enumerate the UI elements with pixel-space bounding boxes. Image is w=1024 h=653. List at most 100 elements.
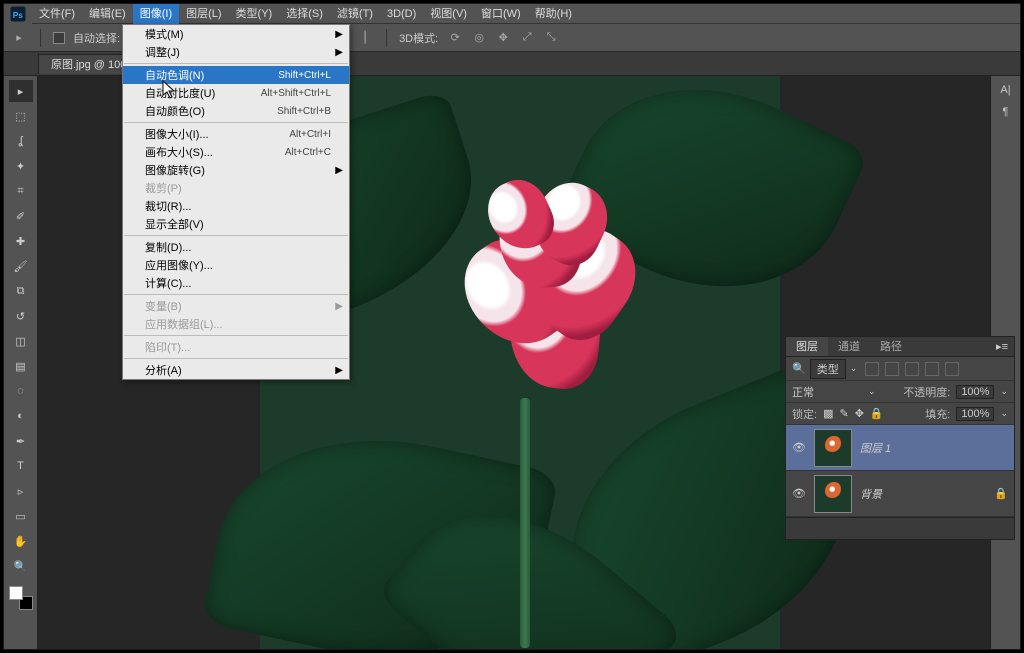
- menu-item[interactable]: 自动对比度(U)Alt+Shift+Ctrl+L: [123, 84, 349, 102]
- layers-panel: 图层 通道 路径 ▸≡ 🔍 类型 ⌄ 正常 ⌄ 不透明度: 100% ⌄ 锁: [785, 336, 1015, 540]
- layer-name[interactable]: 图层 1: [860, 440, 986, 456]
- layers-list: 👁图层 1👁背景🔒: [786, 425, 1014, 517]
- mode3d-icon[interactable]: ◎: [470, 29, 488, 47]
- tool-history[interactable]: ↺: [9, 305, 33, 327]
- blend-row: 正常 ⌄ 不透明度: 100% ⌄: [786, 381, 1014, 403]
- menu-item[interactable]: 裁切(R)...: [123, 197, 349, 215]
- lock-all-icon[interactable]: 🔒: [870, 407, 884, 420]
- tool-brush[interactable]: 🖌: [9, 255, 33, 277]
- menu-file[interactable]: 文件(F): [32, 4, 82, 24]
- menu-item[interactable]: 计算(C)...: [123, 274, 349, 292]
- visibility-eye-icon[interactable]: 👁: [792, 441, 806, 454]
- menu-3d[interactable]: 3D(D): [380, 4, 423, 24]
- layer-thumb: [814, 475, 852, 513]
- layer-row[interactable]: 👁背景🔒: [786, 471, 1014, 517]
- autoselect-label: 自动选择:: [73, 30, 120, 46]
- fg-color[interactable]: [9, 586, 23, 600]
- tool-dodge[interactable]: ◐: [9, 405, 33, 427]
- autoselect-checkbox[interactable]: [53, 32, 65, 44]
- panel-tab-paths[interactable]: 路径: [870, 337, 912, 356]
- mode3d-icon[interactable]: ⟳: [446, 29, 464, 47]
- panel-tab-channels[interactable]: 通道: [828, 337, 870, 356]
- submenu-arrow-icon: ▶: [335, 365, 343, 376]
- submenu-arrow-icon: ▶: [335, 47, 343, 58]
- layer-filter-row: 🔍 类型 ⌄: [786, 357, 1014, 381]
- menu-item[interactable]: 应用图像(Y)...: [123, 256, 349, 274]
- toolbox: ▸ ⬚ ʆ ✦ ⌗ ✐ ✚ 🖌 ⧉ ↺ ◫ ▤ ◌ ◐ ✒ T ▹ ▭ ✋ 🔍: [4, 76, 38, 649]
- move-tool-icon: ▸: [10, 29, 28, 47]
- menu-item[interactable]: 显示全部(V): [123, 215, 349, 233]
- tool-crop[interactable]: ⌗: [9, 180, 33, 202]
- tool-gradient[interactable]: ▤: [9, 355, 33, 377]
- svg-text:Ps: Ps: [13, 10, 24, 19]
- lock-paint-icon[interactable]: ✎: [839, 407, 848, 420]
- filter-adjust-icon[interactable]: [885, 362, 899, 376]
- tool-heal[interactable]: ✚: [9, 230, 33, 252]
- menu-edit[interactable]: 编辑(E): [82, 4, 133, 24]
- filter-pixel-icon[interactable]: [865, 362, 879, 376]
- lock-move-icon[interactable]: ✥: [855, 407, 864, 420]
- tool-hand[interactable]: ✋: [9, 530, 33, 552]
- separator: [386, 29, 387, 47]
- menu-view[interactable]: 视图(V): [423, 4, 474, 24]
- tool-shape[interactable]: ▭: [9, 505, 33, 527]
- tool-marquee-rect[interactable]: ⬚: [9, 105, 33, 127]
- app-window: Ps 文件(F) 编辑(E) 图像(I) 图层(L) 类型(Y) 选择(S) 滤…: [3, 3, 1021, 650]
- distribute-icon[interactable]: ⎮: [356, 29, 374, 47]
- menu-item[interactable]: 调整(J)▶: [123, 43, 349, 61]
- tool-wand[interactable]: ✦: [9, 155, 33, 177]
- menu-item[interactable]: 分析(A)▶: [123, 361, 349, 379]
- tool-stamp[interactable]: ⧉: [9, 280, 33, 302]
- layer-thumb: [814, 429, 852, 467]
- layer-row[interactable]: 👁 图层 1: [786, 425, 1014, 471]
- menu-item[interactable]: 图像大小(I)...Alt+Ctrl+I: [123, 125, 349, 143]
- menu-item[interactable]: 模式(M)▶: [123, 25, 349, 43]
- menu-item[interactable]: 图像旋转(G)▶: [123, 161, 349, 179]
- menu-item[interactable]: 自动色调(N)Shift+Ctrl+L: [123, 66, 349, 84]
- menu-item[interactable]: 自动颜色(O)Shift+Ctrl+B: [123, 102, 349, 120]
- tool-lasso[interactable]: ʆ: [9, 130, 33, 152]
- mode3d-icon[interactable]: ✥: [494, 29, 512, 47]
- panel-menu-icon[interactable]: ▸≡: [990, 337, 1014, 356]
- menu-type[interactable]: 类型(Y): [229, 4, 280, 24]
- filter-smart-icon[interactable]: [945, 362, 959, 376]
- mode3d-icon[interactable]: ⤡: [542, 29, 560, 47]
- tool-eraser[interactable]: ◫: [9, 330, 33, 352]
- menu-filter[interactable]: 滤镜(T): [330, 4, 380, 24]
- mode3d-icon[interactable]: ⤢: [518, 29, 536, 47]
- kind-icon[interactable]: 🔍: [792, 362, 806, 375]
- submenu-arrow-icon: ▶: [335, 29, 343, 40]
- tool-pen[interactable]: ✒: [9, 430, 33, 452]
- layer-name[interactable]: 背景: [860, 486, 986, 502]
- filter-shape-icon[interactable]: [925, 362, 939, 376]
- menu-item[interactable]: 复制(D)...: [123, 238, 349, 256]
- fill-label: 填充:: [925, 406, 950, 422]
- fill-value[interactable]: 100%: [956, 407, 994, 421]
- mode3d-label: 3D模式:: [399, 30, 438, 46]
- blend-mode-select[interactable]: 正常: [792, 384, 862, 400]
- lock-trans-icon[interactable]: ▩: [823, 407, 833, 420]
- tool-blur[interactable]: ◌: [9, 380, 33, 402]
- menu-item[interactable]: 画布大小(S)...Alt+Ctrl+C: [123, 143, 349, 161]
- kind-select[interactable]: 类型: [810, 359, 846, 379]
- menu-help[interactable]: 帮助(H): [528, 4, 579, 24]
- paragraph-panel-icon[interactable]: ¶: [1003, 106, 1009, 118]
- visibility-eye-icon[interactable]: 👁: [792, 487, 806, 500]
- tool-move[interactable]: ▸: [9, 80, 33, 102]
- separator: [40, 29, 41, 47]
- mode3d-icons: ⟳ ◎ ✥ ⤢ ⤡: [446, 29, 560, 47]
- menu-image[interactable]: 图像(I): [133, 4, 179, 24]
- character-panel-icon[interactable]: A|: [1000, 84, 1010, 96]
- color-swatch[interactable]: [9, 586, 33, 610]
- lock-row: 锁定: ▩ ✎ ✥ 🔒 填充: 100% ⌄: [786, 403, 1014, 425]
- panel-tab-layers[interactable]: 图层: [786, 337, 828, 356]
- menu-select[interactable]: 选择(S): [279, 4, 330, 24]
- menu-layer[interactable]: 图层(L): [179, 4, 228, 24]
- filter-type-icon[interactable]: [905, 362, 919, 376]
- tool-type[interactable]: T: [9, 455, 33, 477]
- opacity-value[interactable]: 100%: [956, 385, 994, 399]
- tool-path[interactable]: ▹: [9, 480, 33, 502]
- menu-window[interactable]: 窗口(W): [474, 4, 528, 24]
- tool-eyedrop[interactable]: ✐: [9, 205, 33, 227]
- tool-zoom[interactable]: 🔍: [9, 555, 33, 577]
